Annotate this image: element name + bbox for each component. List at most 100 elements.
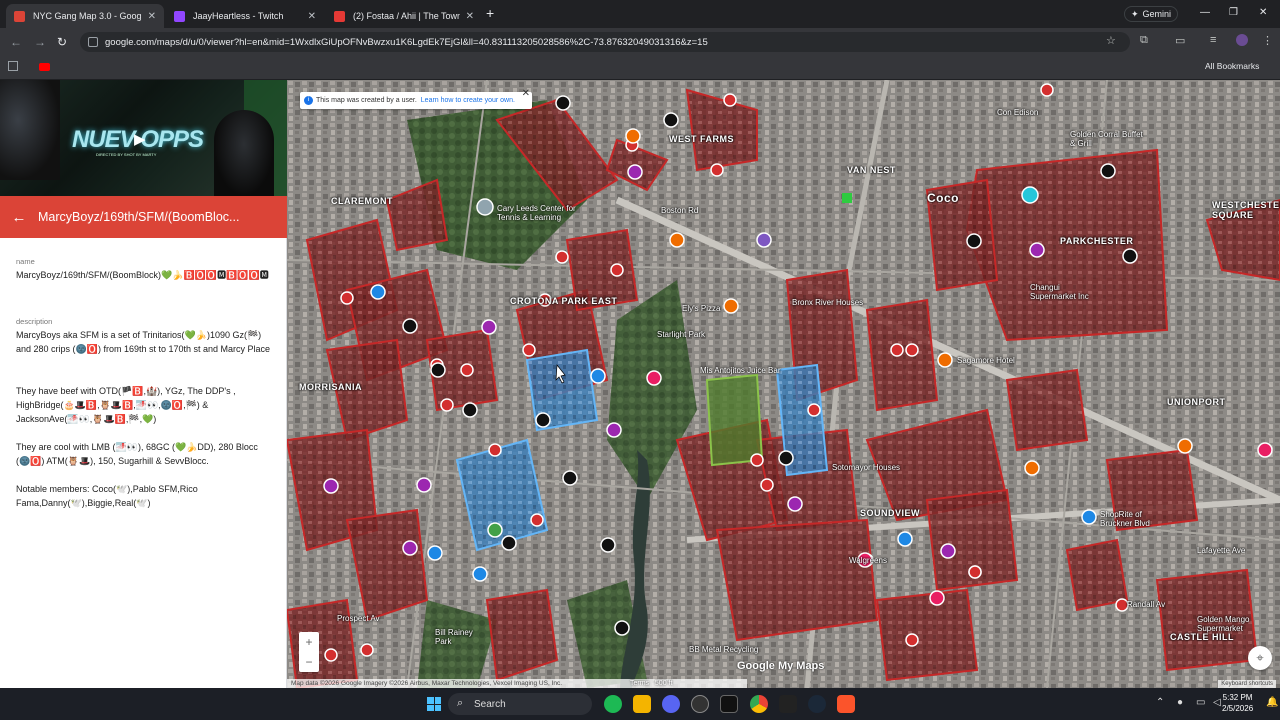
- close-notice-icon[interactable]: ✕: [522, 88, 530, 99]
- tab-nyc-gang-map[interactable]: NYC Gang Map 3.0 - Google M ✕: [6, 4, 164, 28]
- back-icon[interactable]: ←: [10, 35, 22, 49]
- learn-more-link[interactable]: Learn how to create your own.: [421, 97, 515, 104]
- discord-icon[interactable]: [662, 695, 680, 713]
- info-icon: i: [304, 96, 313, 105]
- tab-youtube[interactable]: (2) Fostaa / Ahii | The Towns Ro ✕: [326, 4, 482, 28]
- scale-label: 500 ft: [654, 680, 673, 687]
- bookmarks-bar: [0, 56, 1280, 80]
- twitch-favicon-icon: [174, 10, 185, 22]
- new-tab-button[interactable]: +: [486, 5, 494, 21]
- site-info-icon[interactable]: [88, 37, 98, 47]
- epic-games-icon[interactable]: [720, 695, 738, 713]
- panel-header: ← MarcyBoyz/169th/SFM/(BoomBloc...: [0, 196, 287, 238]
- map-label: UNIONPORT: [1167, 397, 1226, 407]
- my-location-button[interactable]: ⌖: [1248, 646, 1272, 670]
- tab-title: JaayHeartless - Twitch: [193, 11, 284, 21]
- video-credit: DIRECTED BY SHOT BY MARTY: [96, 152, 157, 157]
- back-arrow-icon[interactable]: ←: [0, 209, 38, 226]
- video-frame-person: [214, 110, 274, 196]
- network-icon[interactable]: ▭: [1196, 697, 1205, 708]
- map-label: Ely's Pizza: [682, 304, 721, 313]
- map-label: Golden Mango Supermarket: [1197, 615, 1250, 633]
- map-label: ShopRite of Bruckner Blvd: [1100, 510, 1150, 528]
- map-label: PARKCHESTER: [1060, 236, 1134, 246]
- play-icon[interactable]: ▶: [134, 130, 146, 148]
- extensions-icon[interactable]: ⧉: [1140, 34, 1148, 47]
- volume-icon[interactable]: ◁: [1213, 697, 1221, 708]
- close-tab-icon[interactable]: ✕: [148, 11, 156, 22]
- map-label: Changui Supermarket Inc: [1030, 283, 1089, 301]
- map-label: Lafayette Ave: [1197, 546, 1246, 555]
- map-label: Cary Leeds Center for Tennis & Learning: [497, 204, 576, 222]
- zoom-out-button[interactable]: −: [299, 652, 319, 672]
- time: 5:32 PM: [1222, 693, 1253, 702]
- satellite-imagery: [287, 80, 1280, 688]
- map-label: Con Edison: [997, 108, 1039, 117]
- close-tab-icon[interactable]: ✕: [308, 11, 316, 22]
- map-canvas[interactable]: i This map was created by a user. Learn …: [287, 80, 1280, 688]
- map-label: MORRISANIA: [299, 382, 362, 392]
- keyboard-shortcuts-link[interactable]: Keyboard shortcuts: [1218, 680, 1276, 688]
- map-label: WEST FARMS: [669, 134, 734, 144]
- close-window-icon[interactable]: ✕: [1259, 7, 1267, 18]
- address-bar[interactable]: google.com/maps/d/u/0/viewer?hl=en&mid=1…: [80, 32, 1130, 52]
- map-label: CLAREMONT: [331, 196, 393, 206]
- microphone-icon[interactable]: ●: [1177, 697, 1183, 708]
- embedded-video[interactable]: NUEV OPPS DIRECTED BY SHOT BY MARTY ▶: [0, 80, 287, 196]
- taskbar-clock[interactable]: 5:32 PM 2/5/2026: [1222, 692, 1253, 714]
- map-label: Sotomayor Houses: [832, 463, 901, 472]
- notifications-icon[interactable]: 🔔: [1266, 697, 1278, 708]
- google-maps-favicon-icon: [14, 10, 25, 22]
- restore-icon[interactable]: ❐: [1229, 7, 1238, 18]
- app-icon[interactable]: [779, 695, 797, 713]
- taskbar-search-box[interactable]: ⌕ Search: [448, 693, 592, 715]
- search-placeholder: Search: [474, 698, 506, 710]
- settings-icon[interactable]: [691, 695, 709, 713]
- map-label: Bill Rainey Park: [435, 628, 473, 646]
- profile-avatar[interactable]: [1236, 34, 1248, 46]
- tab-title: (2) Fostaa / Ahii | The Towns Ro: [353, 11, 460, 21]
- close-tab-icon[interactable]: ✕: [466, 11, 474, 22]
- chrome-icon[interactable]: [750, 695, 768, 713]
- map-label: Golden Corral Buffet & Grill: [1070, 130, 1143, 148]
- feature-title: MarcyBoyz/169th/SFM/(BoomBloc...: [38, 210, 240, 224]
- steam-icon[interactable]: [808, 695, 826, 713]
- zoom-controls: + −: [299, 632, 319, 672]
- terms-link[interactable]: Terms 500 ft: [630, 680, 672, 687]
- gemini-icon: ✦: [1131, 8, 1139, 19]
- description-paragraph: Notable members: Coco(🕊️),Pablo SFM,Rico…: [16, 484, 198, 508]
- tray-overflow-icon[interactable]: ⌃: [1156, 697, 1164, 708]
- map-label: Walgreens: [849, 556, 887, 565]
- gemini-label: Gemini: [1142, 9, 1172, 19]
- search-icon: ⌕: [457, 697, 464, 709]
- description-paragraph: They are cool with LMB (🌁👀), 68GC (💚🍌DD)…: [16, 442, 258, 466]
- map-label: CASTLE HILL: [1170, 632, 1234, 642]
- forward-icon[interactable]: →: [34, 35, 46, 49]
- gemini-button[interactable]: ✦ Gemini: [1124, 6, 1179, 22]
- url-text: google.com/maps/d/u/0/viewer?hl=en&mid=1…: [105, 36, 708, 48]
- all-bookmarks-link[interactable]: All Bookmarks: [1205, 61, 1259, 71]
- map-label: Mis Antojitos Juice Bar: [700, 366, 781, 375]
- zoom-in-button[interactable]: +: [299, 632, 319, 652]
- tab-twitch[interactable]: JaayHeartless - Twitch ✕: [166, 4, 324, 28]
- bookmark-star-icon[interactable]: ☆: [1106, 34, 1116, 47]
- brave-icon[interactable]: [837, 695, 855, 713]
- map-label: Sagamore Hotel: [957, 356, 1015, 365]
- user-map-notice: i This map was created by a user. Learn …: [300, 88, 532, 109]
- media-icon[interactable]: ≡: [1210, 34, 1216, 46]
- map-label: Coco: [927, 191, 959, 205]
- spotify-icon[interactable]: [604, 695, 622, 713]
- windows-start-icon[interactable]: [427, 697, 441, 711]
- map-label: Randall Av: [1127, 600, 1166, 609]
- notice-text: This map was created by a user.: [316, 97, 417, 104]
- description-paragraph: MarcyBoys aka SFM is a set of Trinitario…: [16, 330, 271, 354]
- youtube-bookmark-icon[interactable]: [39, 63, 50, 71]
- reload-icon[interactable]: ↻: [57, 35, 67, 49]
- menu-icon[interactable]: ⋮: [1262, 34, 1273, 47]
- apps-grid-icon[interactable]: [8, 61, 18, 71]
- minimize-icon[interactable]: —: [1200, 7, 1210, 18]
- cast-icon[interactable]: ▭: [1175, 34, 1185, 47]
- file-explorer-icon[interactable]: [633, 695, 651, 713]
- map-label: Starlight Park: [657, 330, 706, 339]
- date: 2/5/2026: [1222, 704, 1254, 713]
